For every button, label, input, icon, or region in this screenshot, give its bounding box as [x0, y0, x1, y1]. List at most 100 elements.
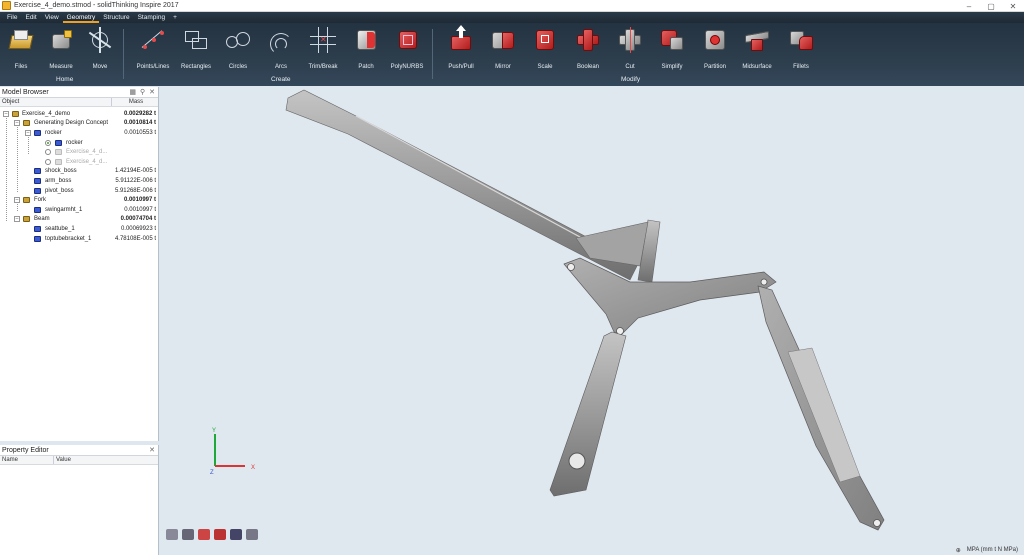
tree-row[interactable]: – Generating Design Concept 0.0010814 t — [0, 119, 158, 129]
minimize-button[interactable]: – — [958, 0, 980, 12]
partition-label: Partition — [703, 64, 726, 70]
fillets-icon — [788, 27, 814, 53]
tab-geometry[interactable]: Geometry — [62, 12, 100, 23]
tree-row[interactable]: – rocker 0.0010553 t — [0, 128, 158, 138]
tree-row[interactable]: arm_boss 5.91122E-006 t — [0, 176, 158, 186]
variant-radio[interactable] — [45, 139, 51, 146]
title-bar: Exercise_4_demo.stmod - solidThinking In… — [0, 0, 1024, 12]
z-axis-label: Z — [210, 470, 214, 476]
units-display[interactable]: MPA (mm t N MPa) — [967, 547, 1018, 553]
view-orbit-icon[interactable] — [166, 529, 178, 540]
tab-stamping[interactable]: Stamping — [134, 12, 169, 23]
ribbon-separator — [123, 29, 124, 79]
column-object[interactable]: Object — [0, 98, 112, 106]
part-icon — [34, 177, 41, 184]
tree-row[interactable]: rocker — [0, 138, 158, 148]
tree-row[interactable]: toptubebracket_1 4.78108E-005 t — [0, 234, 158, 244]
grid-icon[interactable]: ▦ — [129, 87, 136, 98]
mirror-tool[interactable]: Mirror — [483, 27, 523, 70]
push-pull-label: Push/Pull — [448, 64, 474, 70]
zoom-icon[interactable] — [230, 529, 242, 540]
patch-icon — [353, 27, 379, 53]
view-toolbar — [166, 529, 258, 540]
circles-icon — [225, 27, 251, 53]
view-section-icon[interactable] — [198, 529, 210, 540]
trim-icon: ✕ — [310, 27, 336, 53]
polynurbs-label: PolyNURBS — [390, 64, 424, 70]
tree-row[interactable]: seattube_1 0.00069923 t — [0, 224, 158, 234]
view-camera-icon[interactable] — [182, 529, 194, 540]
tree-row[interactable]: Exercise_4_d... — [0, 147, 158, 157]
bike-frame-model[interactable] — [160, 86, 1024, 555]
column-value[interactable]: Value — [54, 456, 158, 464]
midsurface-tool[interactable]: Midsurface — [737, 27, 777, 70]
points-lines-icon — [140, 27, 166, 53]
rectangles-tool[interactable]: Rectangles — [176, 27, 216, 70]
property-editor-title: Property Editor — [2, 446, 49, 454]
close-button[interactable]: ✕ — [1002, 0, 1024, 12]
circles-tool[interactable]: Circles — [218, 27, 258, 70]
menu-file[interactable]: File — [3, 12, 21, 23]
tree-row[interactable]: – Exercise_4_demo 0.0029282 t — [0, 109, 158, 119]
search-icon[interactable]: ⚲ — [140, 87, 145, 98]
boolean-icon — [575, 27, 601, 53]
rectangles-icon — [183, 27, 209, 53]
model-browser-header: Model Browser ▦ ⚲ ✕ — [0, 87, 158, 98]
circles-label: Circles — [228, 64, 248, 70]
files-tool[interactable]: Files — [1, 27, 41, 70]
home-group-label: Home — [56, 76, 74, 83]
y-axis-label: Y — [212, 428, 216, 434]
menu-edit[interactable]: Edit — [21, 12, 40, 23]
snap-icon[interactable]: ⊕ — [956, 547, 961, 554]
tree-row[interactable]: pivot_boss 5.91268E-006 t — [0, 186, 158, 196]
column-name[interactable]: Name — [0, 456, 54, 464]
view-shaded-icon[interactable] — [214, 529, 226, 540]
close-icon[interactable]: ✕ — [149, 87, 155, 98]
measure-tool[interactable]: Measure — [41, 27, 81, 70]
column-mass[interactable]: Mass — [112, 98, 158, 106]
patch-tool[interactable]: Patch — [346, 27, 386, 70]
move-tool[interactable]: Move — [80, 27, 120, 70]
variant-radio[interactable] — [45, 158, 51, 165]
move-icon — [87, 27, 113, 53]
3d-viewport[interactable]: Y X Z — [160, 86, 1024, 555]
tree-row[interactable]: Exercise_4_d... — [0, 157, 158, 167]
partition-tool[interactable]: Partition — [695, 27, 735, 70]
model-browser-columns: Object Mass — [0, 98, 158, 107]
midsurface-icon — [744, 27, 770, 53]
tab-structure[interactable]: Structure — [99, 12, 133, 23]
partition-icon — [702, 27, 728, 53]
scale-icon — [532, 27, 558, 53]
close-icon[interactable]: ✕ — [149, 445, 155, 456]
simplify-label: Simplify — [661, 64, 683, 70]
view-fit-icon[interactable] — [246, 529, 258, 540]
variant-radio[interactable] — [45, 149, 51, 156]
tree-row[interactable]: shock_boss 1.42194E-005 t — [0, 167, 158, 177]
trim-break-tool[interactable]: ✕ Trim/Break — [303, 27, 343, 70]
axis-triad: Y X Z — [210, 428, 255, 476]
tree-row[interactable]: – Beam 0.00074704 t — [0, 215, 158, 225]
scale-tool[interactable]: Scale — [525, 27, 565, 70]
fillets-tool[interactable]: Fillets — [781, 27, 821, 70]
measure-label: Measure — [49, 64, 73, 70]
points-lines-tool[interactable]: Points/Lines — [133, 27, 173, 70]
status-bar: ⊕ MPA (mm t N MPa) — [956, 545, 1024, 555]
model-browser-title: Model Browser — [2, 88, 49, 96]
property-editor-panel: Property Editor ✕ Name Value — [0, 445, 159, 555]
part-icon — [34, 235, 41, 242]
simplify-tool[interactable]: Simplify — [652, 27, 692, 70]
cut-tool[interactable]: Cut — [610, 27, 650, 70]
modify-group-label: Modify — [621, 76, 641, 83]
add-tab-button[interactable]: + — [169, 12, 181, 23]
arcs-tool[interactable]: Arcs — [261, 27, 301, 70]
points-lines-label: Points/Lines — [136, 64, 170, 70]
tree-row[interactable]: – Fork 0.0010997 t — [0, 195, 158, 205]
push-pull-icon — [448, 25, 474, 53]
menu-view[interactable]: View — [41, 12, 63, 23]
push-pull-tool[interactable]: Push/Pull — [441, 25, 481, 70]
assembly-icon — [23, 120, 30, 127]
maximize-button[interactable]: ▢ — [980, 0, 1002, 12]
boolean-tool[interactable]: Boolean — [568, 27, 608, 70]
polynurbs-tool[interactable]: PolyNURBS — [387, 27, 427, 70]
tree-row[interactable]: swingarmht_1 0.0010997 t — [0, 205, 158, 215]
